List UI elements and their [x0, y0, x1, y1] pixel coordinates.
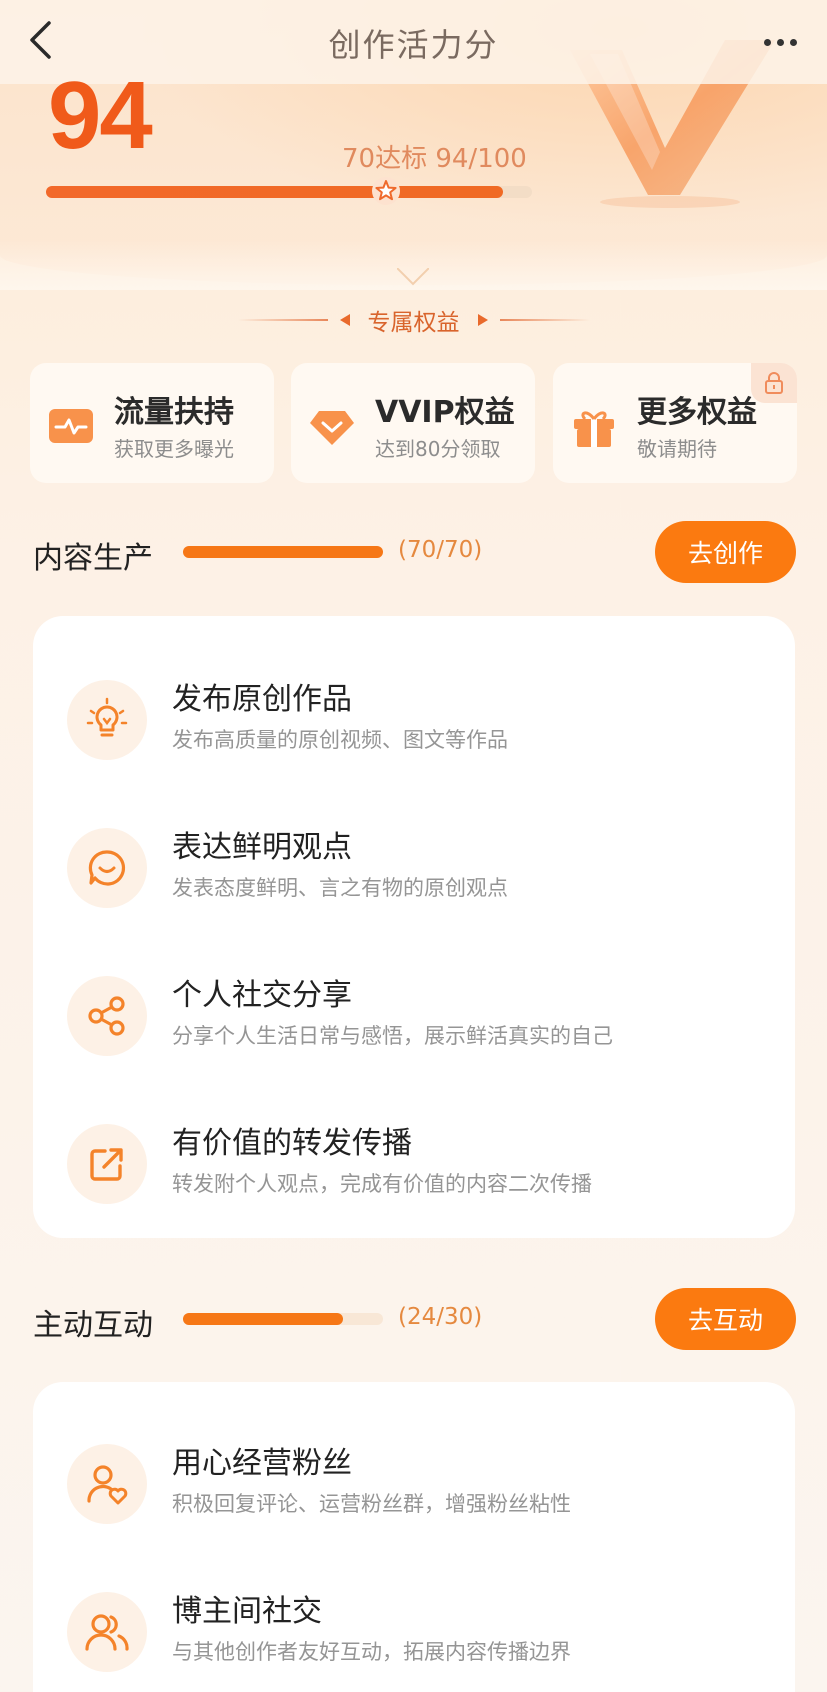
- rights-title: VVIP权益: [375, 395, 515, 430]
- section-count: (24/30): [398, 1304, 483, 1330]
- section-progress-fill: [183, 1313, 343, 1325]
- rights-title: 流量扶持: [114, 395, 234, 430]
- score-progress-bar: [46, 177, 532, 205]
- task-desc: 与其他创作者友好互动，拓展内容传播边界: [172, 1640, 571, 1664]
- rights-subtitle: 敬请期待: [637, 437, 717, 461]
- divider: [237, 319, 328, 321]
- task-title: 表达鲜明观点: [172, 830, 352, 865]
- rights-subtitle: 达到80分领取: [375, 437, 501, 461]
- threshold-text: 70达标 94/100: [342, 144, 527, 174]
- chat-bubble-icon: [88, 850, 126, 886]
- lock-icon: [765, 372, 783, 394]
- task-desc: 发布高质量的原创视频、图文等作品: [172, 728, 508, 752]
- task-desc: 积极回复评论、运营粉丝群，增强粉丝粘性: [172, 1492, 571, 1516]
- forward-icon: [90, 1148, 123, 1181]
- go-interact-button[interactable]: 去互动: [655, 1288, 796, 1350]
- section-progress-bar: [183, 1313, 383, 1325]
- diamond-icon: [310, 411, 354, 445]
- task-item[interactable]: 表达鲜明观点 发表态度鲜明、言之有物的原创观点: [33, 816, 795, 926]
- task-icon-circle: [67, 680, 147, 760]
- more-dot-icon: [789, 38, 797, 46]
- share-icon: [88, 996, 125, 1036]
- section-count: (70/70): [398, 537, 483, 563]
- rights-heading: 专属权益: [0, 303, 827, 337]
- task-desc: 转发附个人观点，完成有价值的内容二次传播: [172, 1172, 592, 1196]
- score-progress-fill: [46, 186, 503, 198]
- rights-card-more[interactable]: 更多权益 敬请期待: [553, 363, 797, 483]
- task-item[interactable]: 个人社交分享 分享个人生活日常与感悟，展示鲜活真实的自己: [33, 964, 795, 1074]
- section-title-content: 内容生产: [33, 541, 153, 576]
- rights-card-vvip[interactable]: VVIP权益 达到80分领取: [291, 363, 535, 483]
- gift-icon: [574, 411, 614, 447]
- rights-heading-text: 专属权益: [367, 310, 460, 336]
- more-dot-icon: [776, 38, 784, 46]
- task-desc: 分享个人生活日常与感悟，展示鲜活真实的自己: [172, 1024, 613, 1048]
- task-icon-circle: [67, 1444, 147, 1524]
- task-icon-circle: [67, 1592, 147, 1672]
- star-marker-icon: [372, 177, 401, 205]
- section-title-interaction: 主动互动: [33, 1308, 153, 1343]
- section-progress-fill: [183, 546, 383, 558]
- more-options-button[interactable]: [752, 20, 808, 64]
- task-title: 用心经营粉丝: [172, 1446, 352, 1481]
- task-item[interactable]: 发布原创作品 发布高质量的原创视频、图文等作品: [33, 668, 795, 778]
- traffic-support-icon: [49, 409, 93, 443]
- task-icon-circle: [67, 976, 147, 1056]
- rights-subtitle: 获取更多曝光: [114, 437, 234, 461]
- users-icon: [85, 1614, 129, 1651]
- more-dot-icon: [763, 38, 771, 46]
- page-title: 创作活力分: [328, 26, 499, 64]
- task-item[interactable]: 有价值的转发传播 转发附个人观点，完成有价值的内容二次传播: [33, 1112, 795, 1222]
- task-card-interaction: 用心经营粉丝 积极回复评论、运营粉丝群，增强粉丝粘性 博主间社交 与其他创作者友…: [33, 1382, 795, 1692]
- rights-title: 更多权益: [637, 395, 757, 430]
- triangle-right-icon: [477, 314, 488, 326]
- task-title: 博主间社交: [172, 1594, 322, 1629]
- task-title: 有价值的转发传播: [172, 1126, 412, 1161]
- fan-heart-icon: [87, 1465, 128, 1505]
- task-title: 个人社交分享: [172, 978, 352, 1013]
- task-icon-circle: [67, 828, 147, 908]
- task-icon-circle: [67, 1124, 147, 1204]
- section-progress-bar: [183, 546, 383, 558]
- lightbulb-icon: [86, 697, 128, 737]
- task-desc: 发表态度鲜明、言之有物的原创观点: [172, 876, 508, 900]
- task-item[interactable]: 用心经营粉丝 积极回复评论、运营粉丝群，增强粉丝粘性: [33, 1432, 795, 1542]
- go-create-button[interactable]: 去创作: [655, 521, 796, 583]
- triangle-left-icon: [339, 314, 350, 326]
- lock-badge: [751, 363, 797, 403]
- hero-notch: [397, 268, 429, 286]
- rights-card-traffic[interactable]: 流量扶持 获取更多曝光: [30, 363, 274, 483]
- task-item[interactable]: 博主间社交 与其他创作者友好互动，拓展内容传播边界: [33, 1580, 795, 1690]
- score-value: 94: [48, 62, 153, 169]
- task-title: 发布原创作品: [172, 682, 352, 717]
- divider: [499, 319, 590, 321]
- task-card-content: 发布原创作品 发布高质量的原创视频、图文等作品 表达鲜明观点 发表态度鲜明、言之…: [33, 616, 795, 1238]
